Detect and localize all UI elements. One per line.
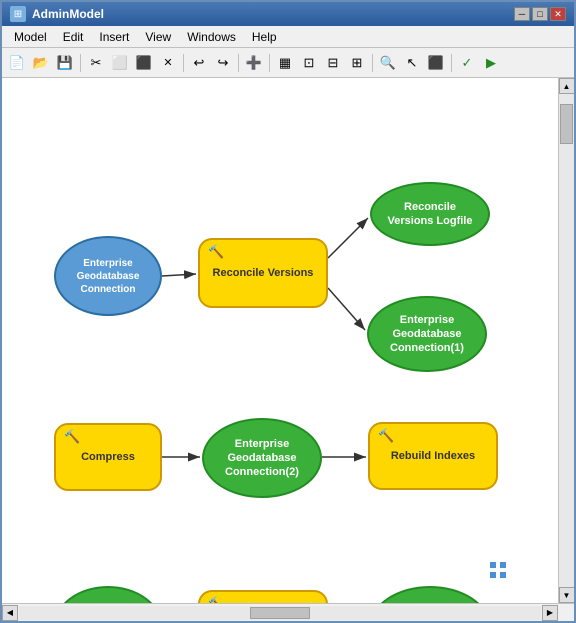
node-label-enterprise-conn-1: EnterpriseGeodatabaseConnection [77,257,140,296]
scroll-up-button[interactable]: ▲ [559,78,575,94]
toolbar-sep-5 [372,54,373,72]
node-label-enterprise-conn-2: EnterpriseGeodatabaseConnection(2) [225,437,299,480]
scroll-thumb-bottom[interactable] [250,607,310,619]
node-enterprise-conn-1[interactable]: EnterpriseGeodatabaseConnection [54,236,162,316]
node-label-reconcile-logfile: ReconcileVersions Logfile [388,200,473,229]
toolbar: 📄 📂 💾 ✂ ⬜ ⬛ ✕ ↩ ↪ ➕ ▦ ⊡ ⊟ ⊞ 🔍 ↖ ⬛ ✓ ▶ [2,48,574,78]
paste-button[interactable]: ⬛ [133,52,155,74]
minimize-button[interactable]: ─ [514,7,530,21]
node-compress[interactable]: 🔨 Compress [54,423,162,491]
blue-dot-2 [500,562,506,568]
node-label-reconcile-versions: Reconcile Versions [213,266,314,280]
node-label-compress: Compress [81,450,135,464]
toolbar-sep-6 [451,54,452,72]
maximize-button[interactable]: □ [532,7,548,21]
toolbar-sep-2 [183,54,184,72]
blue-dot-1 [490,562,496,568]
menu-insert[interactable]: Insert [91,28,137,46]
menu-bar: Model Edit Insert View Windows Help [2,26,574,48]
main-area: EnterpriseGeodatabaseConnection 🔨 Reconc… [2,78,574,603]
node-reconcile-versions[interactable]: 🔨 Reconcile Versions [198,238,328,308]
node-rebuild-indexes[interactable]: 🔨 Rebuild Indexes [368,422,498,490]
node-enterprise-conn-2[interactable]: EnterpriseGeodatabaseConnection(2) [202,418,322,498]
validate-button[interactable]: ✓ [456,52,478,74]
scroll-thumb-right[interactable] [560,104,573,144]
node-enterprise-conn-1b[interactable]: EnterpriseGeodatabaseConnection(1) [367,296,487,372]
run-button[interactable]: ▶ [480,52,502,74]
resize-corner [558,605,574,621]
toolbar-sep-3 [238,54,239,72]
menu-model[interactable]: Model [6,28,55,46]
scroll-track-bottom[interactable] [19,606,541,620]
redo-button[interactable]: ↪ [212,52,234,74]
title-bar-left: ⊞ AdminModel [10,6,104,22]
copy-button[interactable]: ⬜ [109,52,131,74]
add-tool-button[interactable]: ➕ [243,52,265,74]
node-analyze-datasets[interactable]: 🔨 Analyze Datasets [198,590,328,603]
cut-button[interactable]: ✂ [85,52,107,74]
zoom-in-button[interactable]: ⊞ [346,52,368,74]
select-button[interactable]: ↖ [401,52,423,74]
menu-help[interactable]: Help [244,28,285,46]
scroll-right-button[interactable]: ▶ [542,605,558,621]
open-button[interactable]: 📂 [30,52,52,74]
title-bar: ⊞ AdminModel ─ □ ✕ [2,2,574,26]
scrollbar-right: ▲ ▼ [558,78,574,603]
scroll-track-right[interactable] [559,94,574,587]
scroll-down-button[interactable]: ▼ [559,587,575,603]
window-title: AdminModel [32,7,104,21]
node-label-rebuild-indexes: Rebuild Indexes [391,449,475,463]
zoom-out-button[interactable]: ⊟ [322,52,344,74]
node-enterprise-conn-4[interactable]: EnterpriseGeodatabaseConnection(4) [370,586,490,603]
connect-button[interactable]: ⬛ [425,52,447,74]
grid-button[interactable]: ▦ [274,52,296,74]
node-label-enterprise-conn-1b: EnterpriseGeodatabaseConnection(1) [390,313,464,356]
menu-view[interactable]: View [137,28,179,46]
main-window: ⊞ AdminModel ─ □ ✕ Model Edit Insert Vie… [0,0,576,623]
menu-edit[interactable]: Edit [55,28,92,46]
node-enterprise-conn-3[interactable]: EnterpriseGeodatabaseConnection(3) [54,586,162,603]
blue-dot-3 [490,572,496,578]
pan-button[interactable]: 🔍 [377,52,399,74]
blue-dot-4 [500,572,506,578]
statusbar: ◀ ▶ [2,603,574,621]
canvas[interactable]: EnterpriseGeodatabaseConnection 🔨 Reconc… [2,78,558,603]
title-controls: ─ □ ✕ [514,7,566,21]
close-button[interactable]: ✕ [550,7,566,21]
scroll-left-button[interactable]: ◀ [2,605,18,621]
node-reconcile-logfile[interactable]: ReconcileVersions Logfile [370,182,490,246]
delete-button[interactable]: ✕ [157,52,179,74]
app-icon: ⊞ [10,6,26,22]
fit-button[interactable]: ⊡ [298,52,320,74]
new-button[interactable]: 📄 [6,52,28,74]
undo-button[interactable]: ↩ [188,52,210,74]
toolbar-sep-1 [80,54,81,72]
toolbar-sep-4 [269,54,270,72]
menu-windows[interactable]: Windows [179,28,244,46]
save-button[interactable]: 💾 [54,52,76,74]
